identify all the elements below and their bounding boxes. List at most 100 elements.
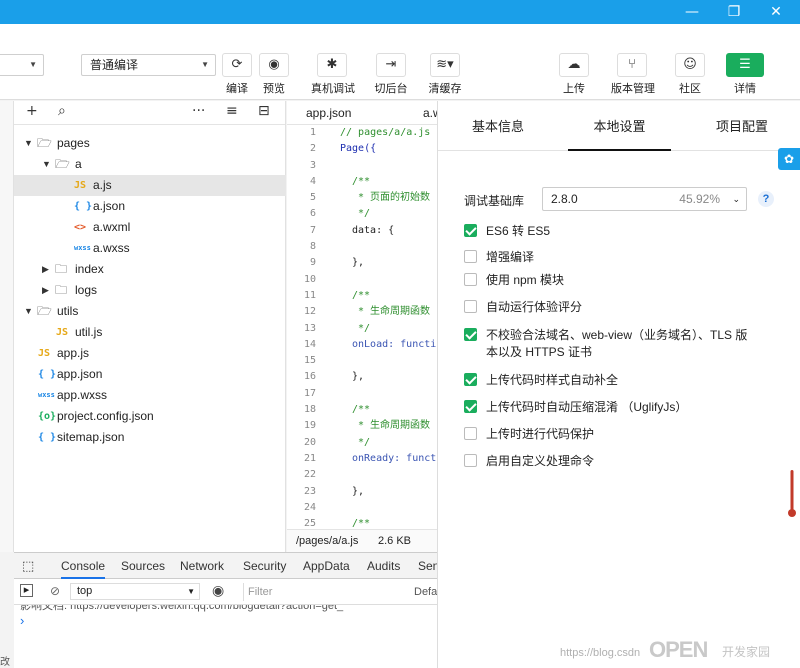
tab-local-settings[interactable]: 本地设置 <box>568 101 671 151</box>
compile-button[interactable]: ⟳ 编译 <box>216 53 258 96</box>
tree-file[interactable]: JS util.js <box>14 322 286 343</box>
branch-icon: ⑂ <box>617 53 647 77</box>
preview-button[interactable]: ◉ 预览 <box>253 53 295 96</box>
tree-file[interactable]: wxss a.wxss <box>14 238 286 259</box>
caret-down-icon[interactable]: ▼ <box>24 133 33 154</box>
clear-console-icon[interactable]: ⊘ <box>50 584 60 598</box>
switch-background-button[interactable]: ⇥ 切后台 <box>370 53 412 96</box>
code-area[interactable]: 1// pages/a/a.js 2 Page({3 4/** 5 * 页面的初始数 6 … <box>287 125 437 529</box>
checkbox-unchecked[interactable] <box>464 454 477 467</box>
checkbox-unchecked[interactable] <box>464 427 477 440</box>
layers-icon: ≋▾ <box>430 53 460 77</box>
caret-down-icon[interactable]: ▼ <box>24 301 33 322</box>
config-file-icon: {o} <box>38 411 57 422</box>
debug-lib-select[interactable]: 2.8.0 45.92% ⌄ <box>542 187 747 211</box>
tab-appdata[interactable]: AppData <box>303 553 350 579</box>
setting-option[interactable]: 不校验合法域名、web-view（业务域名）、TLS 版本以及 HTTPS 证书 <box>464 328 784 364</box>
remote-debug-button[interactable]: ✱ 真机调试 <box>311 53 355 96</box>
setting-option-label: 增强编译 <box>486 250 535 264</box>
tree-file[interactable]: JS a.js <box>14 175 286 196</box>
filter-input[interactable]: Filter <box>243 583 403 601</box>
details-button[interactable]: ☰ 详情 <box>724 53 766 96</box>
checkbox-unchecked[interactable] <box>464 300 477 313</box>
search-icon[interactable]: ⌕ <box>58 103 66 119</box>
folder-icon: 🗀 <box>55 262 68 276</box>
line-number: 20 <box>303 436 316 448</box>
tree-folder[interactable]: ▼ 🗁 pages <box>14 133 286 154</box>
tree-folder[interactable]: ▶ 🗀 index <box>14 259 286 280</box>
setting-option[interactable]: 上传时进行代码保护 <box>464 427 784 444</box>
tab-project-config[interactable]: 项目配置 <box>700 101 784 151</box>
folder-icon: 🗀 <box>55 283 68 297</box>
tree-file[interactable]: { } sitemap.json <box>14 427 286 448</box>
close-button[interactable]: ✕ <box>756 0 796 24</box>
tree-file[interactable]: { } a.json <box>14 196 286 217</box>
lib-percent: 45.92% <box>679 192 720 206</box>
tree-file[interactable]: {o} project.config.json <box>14 406 286 427</box>
sidebar-toggle-icon[interactable]: ▸ <box>20 584 33 597</box>
context-select[interactable]: top ▼ <box>70 583 200 600</box>
tab-console[interactable]: Console <box>61 553 106 579</box>
compile-mode-select[interactable]: 普通编译 ▼ <box>81 54 216 76</box>
chevron-down-icon: ▼ <box>201 60 209 69</box>
tree-file[interactable]: JS app.js <box>14 343 286 364</box>
checkbox-checked[interactable] <box>464 328 477 341</box>
setting-option-label: 上传时进行代码保护 <box>486 427 595 441</box>
version-control-button[interactable]: ⑂ 版本管理 <box>611 53 655 96</box>
code-line: 14 onLoad: functi <box>287 337 437 353</box>
setting-option[interactable]: 启用自定义处理命令 <box>464 454 784 471</box>
upload-button[interactable]: ☁ 上传 <box>553 53 595 96</box>
device-select[interactable]: ▼ <box>0 54 44 76</box>
tree-folder[interactable]: ▼ 🗁 utils <box>14 301 286 322</box>
tab-audits[interactable]: Audits <box>367 553 400 579</box>
tree-folder[interactable]: ▼ 🗁 a <box>14 154 286 175</box>
code-line: 1 // pages/a/a.js <box>287 125 437 141</box>
tab-app-json[interactable]: app.json <box>306 101 351 125</box>
community-button[interactable]: ☺ 社区 <box>669 53 711 96</box>
setting-option[interactable]: 自动运行体验评分 <box>464 300 784 317</box>
tree-file[interactable]: { } app.json <box>14 364 286 385</box>
eye-icon[interactable]: ◉ <box>212 582 224 599</box>
tree-file[interactable]: wxss app.wxss <box>14 385 286 406</box>
setting-option[interactable]: 增强编译 <box>464 250 784 267</box>
caret-right-icon[interactable]: ▶ <box>42 280 49 301</box>
code-line: 4 /** <box>287 174 437 190</box>
tree-file[interactable]: <> a.wxml <box>14 217 286 238</box>
tree-item-label: a.json <box>93 199 126 213</box>
sort-icon[interactable]: ≡ <box>226 103 238 119</box>
caret-right-icon[interactable]: ▶ <box>42 259 49 280</box>
folder-open-icon: 🗁 <box>37 136 52 150</box>
tree-folder[interactable]: ▶ 🗀 logs <box>14 280 286 301</box>
inspect-icon[interactable]: ⬚ <box>22 553 34 579</box>
checkbox-checked[interactable] <box>464 400 477 413</box>
tab-basic-info[interactable]: 基本信息 <box>456 101 540 151</box>
help-icon[interactable]: ? <box>758 191 774 207</box>
log-level-select[interactable]: Defa <box>414 583 437 601</box>
checkbox-unchecked[interactable] <box>464 250 477 263</box>
setting-option[interactable]: ES6 转 ES5 <box>464 224 784 241</box>
settings-tabs: 基本信息 本地设置 项目配置 <box>438 101 800 151</box>
checkbox-checked[interactable] <box>464 373 477 386</box>
tab-network[interactable]: Network <box>180 553 224 579</box>
tree-item-label: a.wxml <box>93 220 131 234</box>
checkbox-checked[interactable] <box>464 224 477 237</box>
more-icon[interactable]: ··· <box>192 103 205 119</box>
setting-option[interactable]: 上传代码时样式自动补全 <box>464 373 784 390</box>
collapse-icon[interactable]: ⊟ <box>258 103 270 119</box>
clear-cache-button[interactable]: ≋▾ 清缓存 <box>424 53 466 96</box>
checkbox-unchecked[interactable] <box>464 273 477 286</box>
minimize-button[interactable]: — <box>672 0 712 24</box>
console-prompt[interactable]: › <box>14 614 437 628</box>
setting-option[interactable]: 上传代码时自动压缩混淆 （UglifyJs） <box>464 400 784 417</box>
refresh-icon: ⟳ <box>222 53 252 77</box>
tab-security[interactable]: Security <box>243 553 286 579</box>
line-number: 21 <box>303 452 316 464</box>
code-text: * 生命周期函数 <box>352 306 431 318</box>
tab-sources[interactable]: Sources <box>121 553 165 579</box>
add-icon[interactable]: + <box>26 103 38 119</box>
setting-option[interactable]: 使用 npm 模块 <box>464 273 784 290</box>
maximize-button[interactable]: ❐ <box>714 0 754 24</box>
plugin-icon[interactable]: ✿ <box>778 148 800 170</box>
thermometer-icon <box>788 470 796 517</box>
caret-down-icon[interactable]: ▼ <box>42 154 51 175</box>
